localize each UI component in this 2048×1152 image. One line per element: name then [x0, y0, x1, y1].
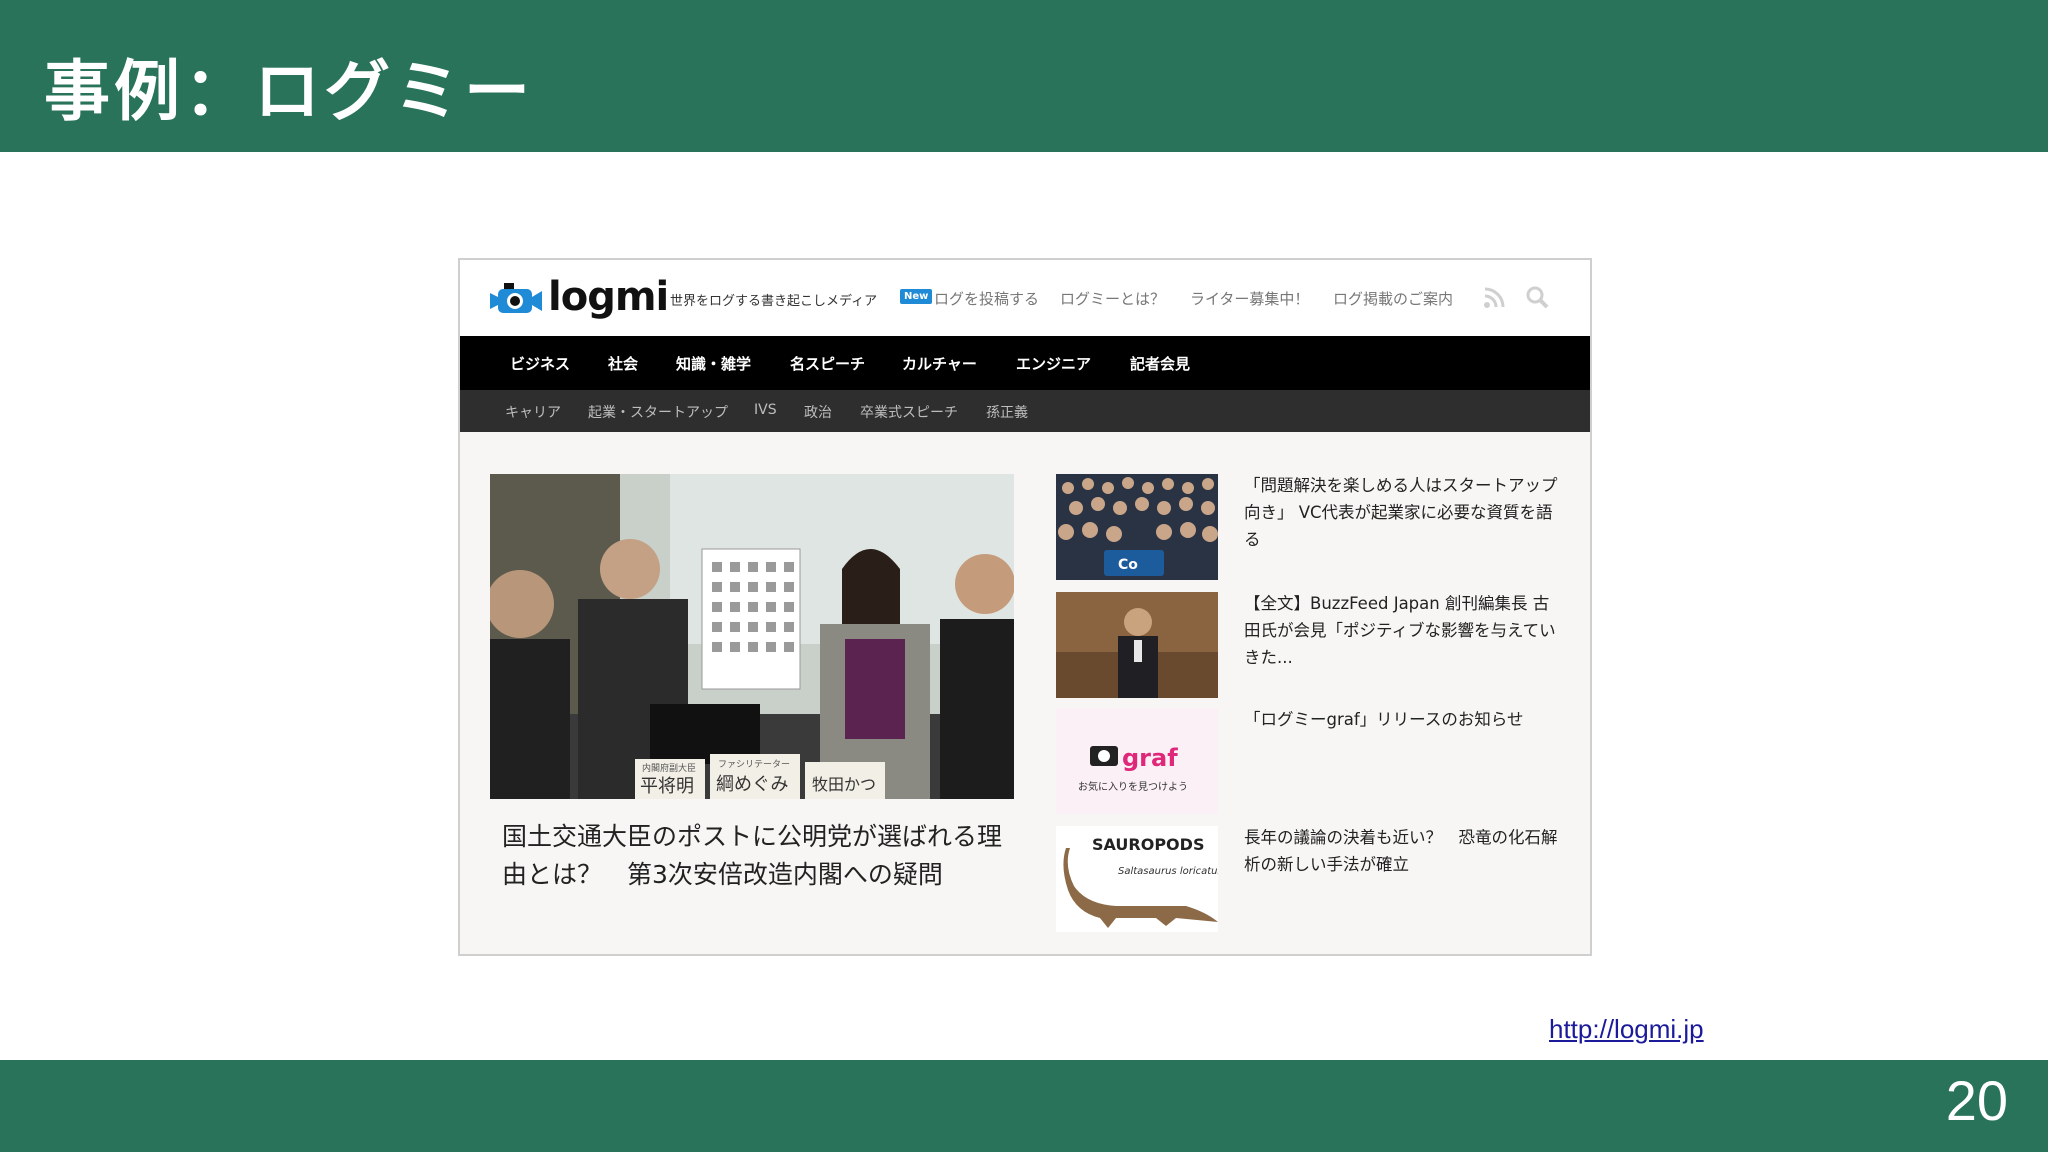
slide-title: 事例：ログミー [44, 53, 534, 130]
article-title-2[interactable]: 【全文】BuzzFeed Japan 創刊編集長 古田氏が会見「ポジティブな影響… [1244, 590, 1562, 671]
subnav-son[interactable]: 孫正義 [986, 402, 1028, 422]
saltasaurus-text: Saltasaurus loricatus [1118, 866, 1218, 877]
hero-label-2: 平将明 [640, 776, 694, 797]
article-title-1[interactable]: 「問題解決を楽しめる人はスタートアップ向き」 VC代表が起業家に必要な資質を語る [1244, 472, 1562, 553]
hero-image[interactable]: 内閣府副大臣 平将明 ファシリテーター 綱めぐみ 牧田かつ [490, 474, 1014, 799]
nav-culture[interactable]: カルチャー [902, 353, 977, 374]
logmi-screenshot: logmi 世界をログする書き起こしメディア New ログを投稿する ログミーと… [458, 258, 1592, 956]
sauropods-text: SAUROPODS [1092, 835, 1204, 854]
subnav-ivs[interactable]: IVS [754, 402, 777, 418]
sub-nav: キャリア 起業・スタートアップ IVS 政治 卒業式スピーチ 孫正義 [460, 390, 1590, 432]
subnav-graduation[interactable]: 卒業式スピーチ [860, 402, 958, 422]
hero-label-5: 牧田かつ [812, 775, 876, 794]
hero-label-1: 内閣府副大臣 [642, 762, 696, 774]
subnav-startup[interactable]: 起業・スタートアップ [588, 402, 728, 422]
article-thumb-speaker[interactable] [1056, 592, 1218, 698]
page-number: 20 [1945, 1069, 2008, 1132]
header-link-post[interactable]: ログを投稿する [934, 288, 1039, 309]
nav-speech[interactable]: 名スピーチ [790, 353, 865, 374]
article-thumb-dinosaur[interactable]: SAUROPODS Saltasaurus loricatus [1056, 826, 1218, 932]
article-title-3[interactable]: 「ログミーgraf」リリースのお知らせ [1244, 706, 1562, 733]
main-nav: ビジネス 社会 知識・雑学 名スピーチ カルチャー エンジニア 記者会見 [460, 336, 1590, 390]
tagline: 世界をログする書き起こしメディア [670, 294, 878, 309]
hero-label-4: 綱めぐみ [716, 774, 789, 795]
site-header: logmi 世界をログする書き起こしメディア New ログを投稿する ログミーと… [460, 260, 1590, 336]
nav-engineer[interactable]: エンジニア [1016, 353, 1091, 374]
article-title-4[interactable]: 長年の議論の決着も近い？ 恐竜の化石解析の新しい手法が確立 [1244, 824, 1562, 878]
rss-icon[interactable] [1482, 286, 1508, 310]
slide-header-bar: 事例：ログミー [0, 0, 2048, 152]
nav-business[interactable]: ビジネス [510, 353, 570, 374]
camera-logo-icon [490, 283, 542, 313]
hero-label-3: ファシリテーター [718, 759, 790, 770]
graf-sub-text: お気に入りを見つけよう [1078, 780, 1188, 793]
search-icon[interactable] [1524, 284, 1550, 310]
logo-text: logmi [548, 274, 669, 320]
article-thumb-graf[interactable]: graf お気に入りを見つけよう [1056, 708, 1218, 814]
header-link-guide[interactable]: ログ掲載のご案内 [1333, 288, 1453, 309]
source-link[interactable]: http://logmi.jp [1549, 1014, 1704, 1045]
slide-footer-bar: 20 [0, 1060, 2048, 1152]
header-link-writers[interactable]: ライター募集中！ [1190, 288, 1309, 309]
hero-article-title[interactable]: 国土交通大臣のポストに公明党が選ばれる理由とは？ 第3次安倍改造内閣への疑問 [502, 818, 1002, 894]
site-logo[interactable]: logmi [490, 272, 669, 322]
header-link-about[interactable]: ログミーとは？ [1060, 288, 1165, 309]
nav-press[interactable]: 記者会見 [1130, 353, 1190, 374]
graf-logo-text: graf [1122, 744, 1178, 772]
subnav-politics[interactable]: 政治 [804, 402, 832, 422]
nav-society[interactable]: 社会 [608, 353, 638, 374]
crowd-sign-text: Co [1118, 557, 1138, 573]
subnav-career[interactable]: キャリア [505, 402, 561, 422]
nav-knowledge[interactable]: 知識・雑学 [676, 353, 751, 374]
new-badge: New [900, 289, 933, 304]
article-thumb-crowd[interactable]: Co [1056, 474, 1218, 580]
